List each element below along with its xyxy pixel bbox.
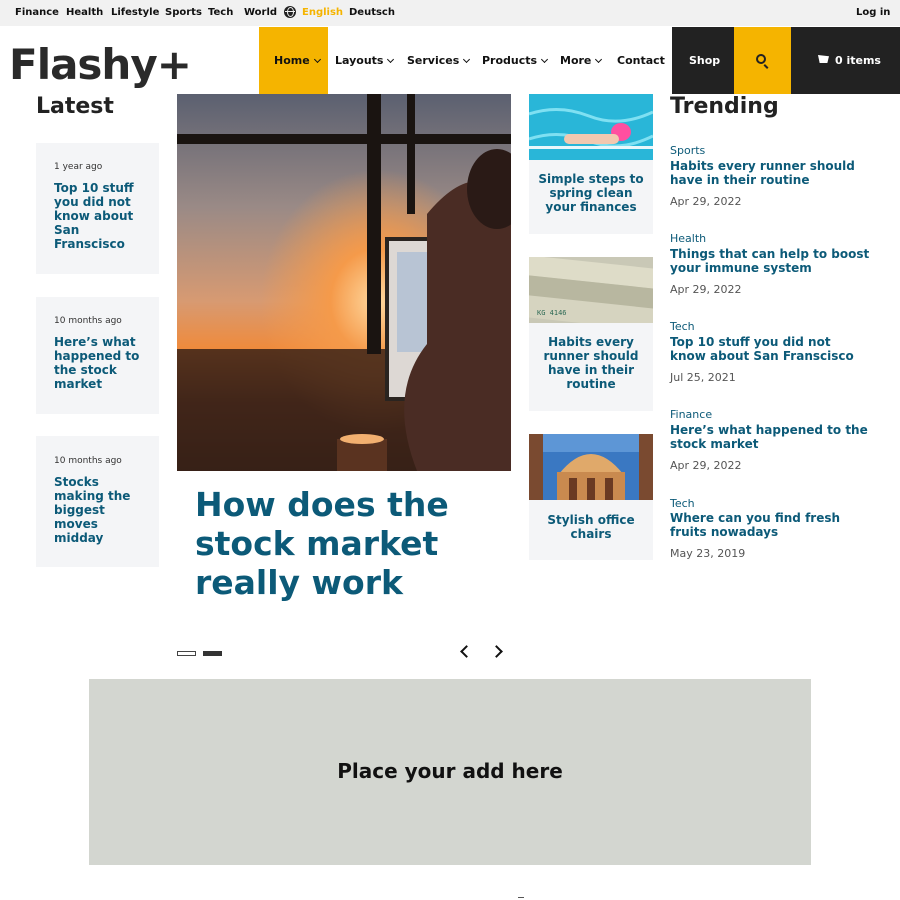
- divider: [518, 897, 524, 898]
- trending-category[interactable]: Finance: [670, 408, 712, 421]
- latest-title[interactable]: Here’s what happened to the stock market: [54, 335, 146, 391]
- swimmer-thumbnail[interactable]: [529, 94, 653, 160]
- chevron-down-icon: [463, 55, 471, 64]
- trending-title[interactable]: Things that can help to boost your immun…: [670, 247, 870, 275]
- hero-image[interactable]: [177, 94, 511, 471]
- slider-dot-1[interactable]: [177, 651, 196, 656]
- latest-title[interactable]: Top 10 stuff you did not know about San …: [54, 181, 146, 251]
- trending-title[interactable]: Here’s what happened to the stock market: [670, 423, 870, 451]
- topbar-link-sports[interactable]: Sports: [165, 7, 202, 18]
- latest-heading: Latest: [36, 94, 114, 119]
- trending-category[interactable]: Health: [670, 232, 706, 245]
- trending-date: Jul 25, 2021: [670, 371, 736, 384]
- top-bar: Finance Health Lifestyle Sports Tech Wor…: [0, 0, 900, 26]
- topbar-link-finance[interactable]: Finance: [15, 7, 59, 18]
- trending-category[interactable]: Tech: [670, 320, 695, 333]
- chevron-down-icon: [595, 55, 603, 64]
- nav-item-home[interactable]: Home: [274, 54, 321, 67]
- hero-photo-illustration: [177, 94, 511, 471]
- ad-banner[interactable]: Place your add here: [89, 679, 811, 865]
- latest-time-ago: 10 months ago: [54, 316, 122, 326]
- nav-item-services[interactable]: Services: [407, 54, 471, 67]
- palace-thumbnail[interactable]: [529, 434, 653, 500]
- latest-card[interactable]: 10 months ago Stocks making the biggest …: [36, 436, 159, 567]
- mid-card[interactable]: Simple steps to spring clean your financ…: [529, 94, 653, 234]
- chevron-down-icon: [313, 55, 321, 64]
- cart-icon: [818, 55, 829, 63]
- language-deutsch[interactable]: Deutsch: [349, 7, 395, 18]
- latest-time-ago: 1 year ago: [54, 162, 103, 172]
- trending-title[interactable]: Habits every runner should have in their…: [670, 159, 870, 187]
- nav-item-more[interactable]: More: [560, 54, 603, 67]
- topbar-link-world[interactable]: World: [244, 7, 277, 18]
- chevron-left-icon[interactable]: [460, 645, 473, 658]
- trending-date: Apr 29, 2022: [670, 283, 742, 296]
- mid-card[interactable]: KG 4146 Habits every runner should have …: [529, 257, 653, 411]
- slider-dot-2[interactable]: [203, 651, 222, 656]
- topbar-link-health[interactable]: Health: [66, 7, 103, 18]
- svg-text:KG 4146: KG 4146: [537, 309, 567, 317]
- trending-date: Apr 29, 2022: [670, 195, 742, 208]
- nav-item-label: Products: [482, 54, 538, 67]
- login-link[interactable]: Log in: [856, 7, 890, 18]
- mid-card-title[interactable]: Simple steps to spring clean your financ…: [535, 172, 647, 214]
- trending-date: Apr 29, 2022: [670, 459, 742, 472]
- chevron-right-icon[interactable]: [490, 645, 503, 658]
- nav-item-label: Home: [274, 54, 310, 67]
- nav-item-layouts[interactable]: Layouts: [335, 54, 395, 67]
- language-english[interactable]: English: [302, 7, 343, 18]
- nav-item-contact[interactable]: Contact: [617, 54, 665, 67]
- mid-card[interactable]: Stylish office chairs: [529, 434, 653, 560]
- mid-card-title[interactable]: Habits every runner should have in their…: [535, 335, 647, 391]
- search-icon[interactable]: [756, 54, 766, 64]
- money-thumbnail[interactable]: KG 4146: [529, 257, 653, 323]
- globe-icon: [284, 6, 296, 18]
- nav-item-label: More: [560, 54, 592, 67]
- topbar-link-tech[interactable]: Tech: [208, 7, 233, 18]
- chevron-down-icon: [541, 55, 549, 64]
- latest-card[interactable]: 10 months ago Here’s what happened to th…: [36, 297, 159, 414]
- chevron-down-icon: [387, 55, 395, 64]
- trending-category[interactable]: Tech: [670, 497, 695, 510]
- nav-item-products[interactable]: Products: [482, 54, 549, 67]
- nav-item-label: Services: [407, 54, 460, 67]
- shop-button-label[interactable]: Shop: [689, 54, 720, 67]
- money-image: KG 4146: [529, 257, 653, 323]
- trending-heading: Trending: [670, 94, 779, 119]
- trending-title[interactable]: Where can you find fresh fruits nowadays: [670, 511, 870, 539]
- latest-time-ago: 10 months ago: [54, 456, 122, 466]
- trending-title[interactable]: Top 10 stuff you did not know about San …: [670, 335, 870, 363]
- swimmer-image: [529, 94, 653, 160]
- trending-category[interactable]: Sports: [670, 144, 705, 157]
- nav-item-label: Layouts: [335, 54, 384, 67]
- topbar-link-lifestyle[interactable]: Lifestyle: [111, 7, 159, 18]
- latest-title[interactable]: Stocks making the biggest moves midday: [54, 475, 146, 545]
- ad-placeholder-text: Place your add here: [337, 759, 563, 783]
- cart-count[interactable]: 0 items: [835, 54, 881, 67]
- hero-title[interactable]: How does the stock market really work: [195, 485, 495, 602]
- latest-card[interactable]: 1 year ago Top 10 stuff you did not know…: [36, 143, 159, 274]
- trending-date: May 23, 2019: [670, 547, 746, 560]
- palace-image: [529, 434, 653, 500]
- site-logo[interactable]: Flashy+: [9, 40, 192, 89]
- mid-card-title[interactable]: Stylish office chairs: [535, 513, 647, 541]
